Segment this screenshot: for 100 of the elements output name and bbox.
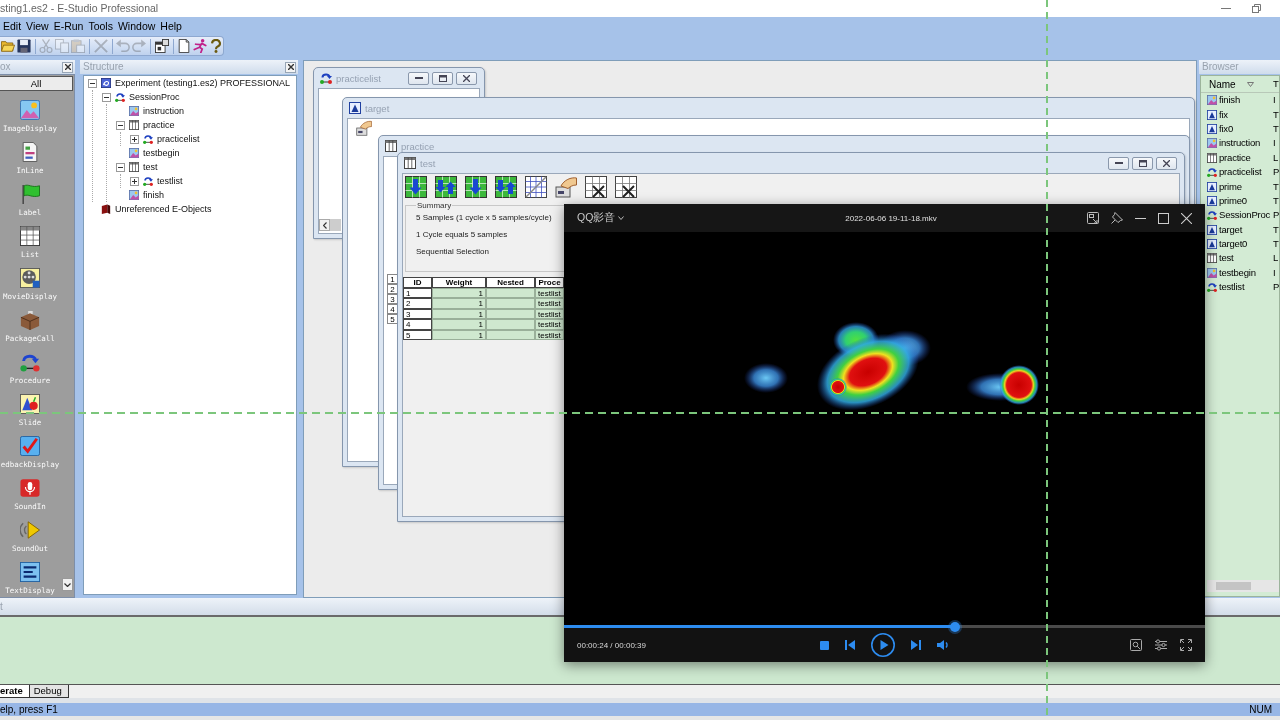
grid-x-icon[interactable] [585, 176, 607, 198]
scroll-left-button[interactable] [319, 219, 330, 231]
volume-icon[interactable] [937, 640, 949, 650]
frame-search-icon[interactable] [1130, 639, 1142, 651]
grid-x-icon[interactable] [615, 176, 637, 198]
object-name[interactable]: instruction [1219, 137, 1271, 150]
previous-icon[interactable] [845, 640, 855, 650]
minimize-button[interactable] [408, 71, 429, 85]
object-name[interactable]: testlist [1219, 281, 1271, 294]
close-button[interactable] [456, 71, 477, 85]
object-name[interactable]: test [1219, 252, 1271, 265]
object-name[interactable]: testbegin [1219, 266, 1271, 279]
film-reel-icon [20, 268, 40, 288]
progress-thumb[interactable] [950, 621, 960, 632]
close-button[interactable] [62, 61, 73, 73]
close-button[interactable] [285, 61, 296, 73]
tree-item[interactable]: Experiment (testing1.es2) PROFESSIONAL [115, 77, 291, 89]
tree-item[interactable]: practicelist [157, 133, 200, 145]
object-name[interactable]: target0 [1219, 238, 1271, 251]
chevron-left-icon [322, 221, 327, 229]
tree-item[interactable]: test [143, 161, 158, 173]
filter-button[interactable]: All [0, 76, 73, 91]
collapse-icon[interactable] [88, 78, 97, 88]
document-icon[interactable] [177, 39, 192, 53]
play-icon[interactable] [871, 633, 895, 657]
pin-icon[interactable] [1111, 212, 1123, 224]
fullscreen-icon[interactable] [1180, 639, 1192, 651]
chevron-down-icon [64, 582, 71, 587]
maximize-icon [438, 74, 447, 82]
grid-arrow-icon[interactable] [465, 176, 487, 198]
scrollbar[interactable] [319, 219, 341, 231]
next-icon[interactable] [911, 640, 921, 650]
expand-icon[interactable] [130, 176, 139, 186]
app-menu-button[interactable]: QQ影音 [577, 211, 625, 225]
object-name[interactable]: fix [1219, 108, 1271, 121]
panel-title: t [0, 599, 3, 614]
tree-item[interactable]: SessionProc [129, 91, 180, 103]
menu-item[interactable]: Edit [3, 18, 22, 34]
picture-in-picture-icon[interactable] [1087, 212, 1099, 224]
expand-icon[interactable] [130, 134, 139, 144]
minimize-button[interactable] [1108, 156, 1129, 170]
tree-item[interactable]: instruction [143, 105, 185, 117]
menu-item[interactable]: Window [117, 18, 156, 34]
object-name[interactable]: target [1219, 223, 1271, 236]
hand-card-icon[interactable] [356, 120, 372, 136]
maximize-button[interactable] [432, 71, 453, 85]
minimize-icon[interactable] [1135, 217, 1146, 219]
tree-item[interactable]: finish [143, 189, 164, 201]
table-cell: testlist [535, 298, 564, 309]
tree-item[interactable]: testlist [157, 175, 183, 187]
grid-arrow-icon[interactable] [405, 176, 427, 198]
settings-icon[interactable] [1155, 639, 1167, 651]
object-type: T [1273, 238, 1279, 251]
tree-item[interactable]: testbegin [143, 147, 180, 159]
table-cell: testlist [535, 319, 564, 330]
help-icon[interactable] [209, 39, 224, 53]
object-name[interactable]: SessionProc [1219, 209, 1271, 222]
tab[interactable]: erate [0, 685, 30, 698]
tree-item[interactable]: practice [143, 119, 175, 131]
object-name[interactable]: practice [1219, 151, 1271, 164]
sort-arrow-icon[interactable] [1247, 81, 1254, 87]
collapse-icon[interactable] [116, 162, 125, 172]
grid-arrows-icon[interactable] [435, 176, 457, 198]
stop-icon[interactable] [820, 640, 829, 650]
tree-item[interactable]: Unreferenced E-Objects [115, 203, 212, 215]
column-header[interactable]: Name [1207, 78, 1245, 90]
menu-item[interactable]: Tools [88, 18, 113, 34]
maximize-button[interactable] [1132, 156, 1153, 170]
flow-icon [143, 176, 153, 186]
grid-icon [20, 226, 40, 246]
save-icon[interactable] [17, 39, 31, 53]
scrollbar[interactable] [1207, 580, 1279, 592]
object-name[interactable]: prime0 [1219, 194, 1271, 207]
menu-item[interactable]: View [26, 18, 49, 34]
running-figure-icon[interactable] [193, 39, 208, 53]
speaker-icon [20, 520, 40, 540]
collapse-icon[interactable] [116, 120, 125, 130]
collapse-icon[interactable] [102, 92, 111, 102]
hatched-grid-icon[interactable] [525, 176, 547, 198]
object-name[interactable]: fix0 [1219, 122, 1271, 135]
object-name[interactable]: prime [1219, 180, 1271, 193]
maximize-icon[interactable] [1158, 212, 1169, 224]
object-name[interactable]: finish [1219, 94, 1271, 107]
hand-card-icon[interactable] [555, 176, 577, 198]
picture-icon [1207, 95, 1217, 106]
scroll-down-button[interactable] [62, 578, 73, 591]
object-name[interactable]: practicelist [1219, 166, 1271, 179]
object-type: L [1273, 151, 1279, 164]
object-type: I [1273, 266, 1277, 279]
grid-arrows-icon[interactable] [495, 176, 517, 198]
close-button[interactable] [1156, 156, 1177, 170]
table-cell: 3 [403, 308, 432, 320]
tab[interactable]: Debug [29, 685, 69, 698]
window-icon[interactable] [154, 39, 169, 53]
column-header[interactable]: T [1273, 78, 1279, 90]
menu-item[interactable]: E-Run [53, 18, 84, 34]
menu-item[interactable]: Help [160, 18, 182, 34]
table-cell: 1 [432, 298, 486, 309]
close-icon[interactable] [1181, 212, 1192, 224]
minimize-icon [1114, 162, 1123, 164]
